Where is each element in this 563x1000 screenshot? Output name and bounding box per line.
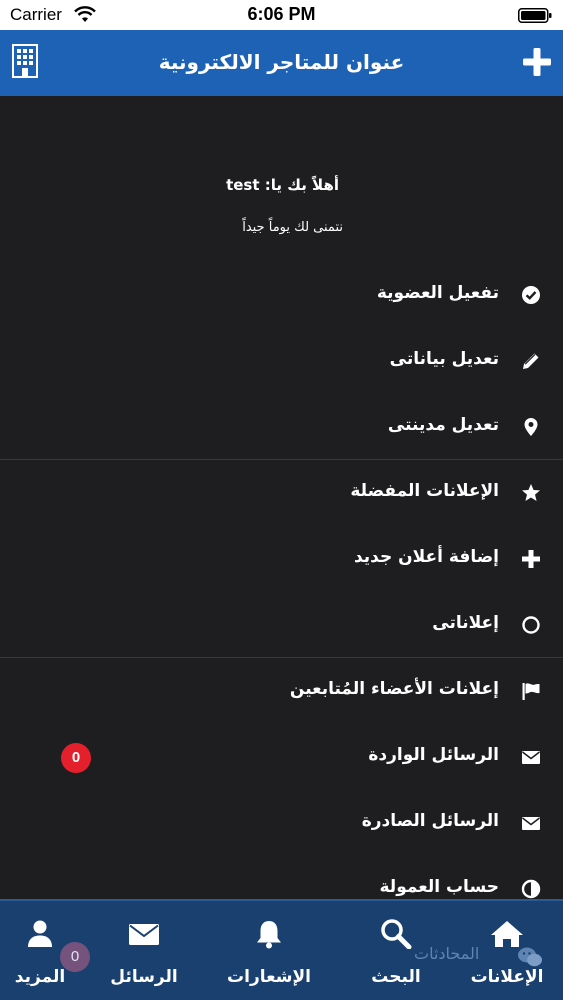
menu-item-label: الرسائل الصادرة [361,811,499,831]
menu-item-add-ad[interactable]: إضافة أعلان جديد [0,527,563,593]
menu-item-label: تعديل بياناتى [389,349,499,369]
circle-icon [522,616,540,634]
envelope-icon [129,924,159,945]
tab-label: الإعلانات [470,967,544,987]
nav-bar: عنوان للمتاجر الالكترونية [0,30,563,96]
menu-item-label: تعديل مدينتى [387,415,499,435]
tab-label: الرسائل [110,967,178,987]
pencil-icon [523,353,539,369]
star-icon [522,484,540,501]
welcome-text: أهلاً بك يا: test [226,176,339,194]
bell-icon [257,921,281,949]
status-bar: Carrier 6:06 PM [0,0,563,30]
tab-messages[interactable]: الرسائل [100,901,188,1000]
wechat-icon[interactable] [517,946,543,968]
user-icon [28,920,52,947]
envelope-icon [522,751,540,764]
flag-icon [522,683,540,700]
half-circle-icon [521,879,541,899]
tab-label: البحث [371,967,421,987]
envelope-icon [522,817,540,830]
menu-divider [0,657,563,658]
menu-item-followed-members-ads[interactable]: إعلانات الأعضاء المُتابعين [0,659,563,725]
side-menu: أهلاً بك يا: test نتمنى لك يوماً جيداً ت… [0,96,563,899]
menu-item-label: تفعيل العضوية [376,283,499,303]
menu-item-inbox[interactable]: الرسائل الواردة 0 [0,725,563,791]
menu-item-outbox[interactable]: الرسائل الصادرة [0,791,563,857]
menu-item-label: إعلاناتى [432,613,499,633]
menu-item-edit-profile[interactable]: تعديل بياناتى [0,329,563,395]
menu-divider [0,459,563,460]
clock-label: 6:06 PM [247,4,316,24]
chat-overlay-label[interactable]: المحادثات [414,944,479,963]
map-marker-icon [524,418,538,436]
screen: Carrier 6:06 PM عنوان للمتاجر الالكتروني… [0,0,563,1000]
page-title: عنوان للمتاجر الالكترونية [158,50,405,74]
plus-icon [522,550,540,568]
menu-item-label: الإعلانات المفضلة [350,481,499,501]
home-icon [491,921,523,947]
menu-item-label: إضافة أعلان جديد [353,547,499,567]
tab-notifications[interactable]: الإشعارات [218,901,320,1000]
menu-item-edit-city[interactable]: تعديل مدينتى [0,395,563,461]
tab-label: الإشعارات [227,967,311,987]
plus-icon[interactable] [523,48,551,76]
menu-item-activate-membership[interactable]: تفعيل العضوية [0,263,563,329]
wish-text: نتمنى لك يوماً جيداً [242,220,343,235]
search-icon [381,919,412,949]
menu-item-label: إعلانات الأعضاء المُتابعين [289,679,499,699]
check-circle-icon [522,286,540,304]
menu-item-favorite-ads[interactable]: الإعلانات المفضلة [0,461,563,527]
battery-icon [518,8,552,23]
menu-item-label: حساب العمولة [379,877,500,897]
menu-item-my-ads[interactable]: إعلاناتى [0,593,563,659]
menu-item-label: الرسائل الواردة [368,745,499,765]
more-count-badge: 0 [60,942,90,972]
inbox-count-badge: 0 [61,743,91,773]
